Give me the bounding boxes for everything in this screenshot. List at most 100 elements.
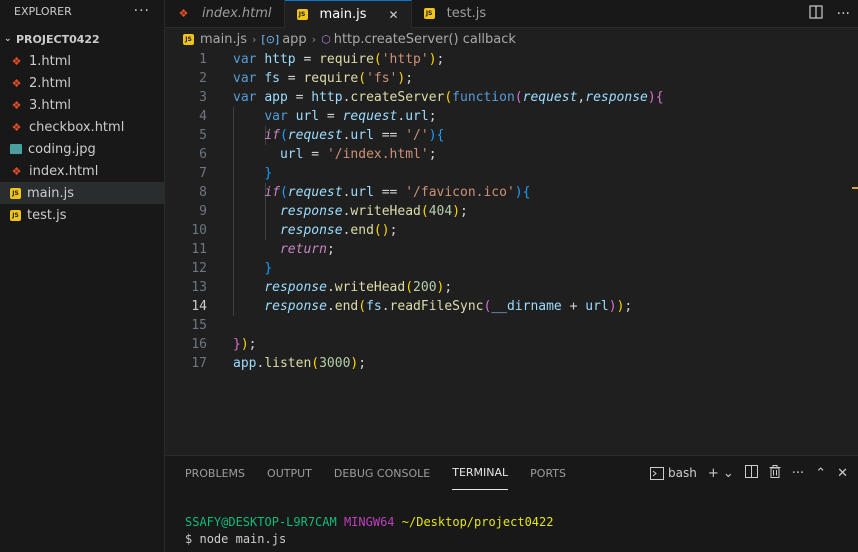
code-text: var fs = require('fs'); (233, 71, 414, 86)
code-text: var url = request.url; (264, 109, 437, 124)
code-text: var http = require('http'); (233, 52, 445, 67)
tab-ports[interactable]: PORTS (530, 456, 566, 490)
line-number: 2 (199, 71, 207, 86)
file-name: coding.jpg (28, 141, 96, 157)
tab-test-js[interactable]: JS test.js (412, 0, 498, 27)
line-number: 5 (199, 128, 207, 143)
trash-icon[interactable] (769, 464, 781, 482)
tab-label: index.html (202, 6, 272, 21)
line-number: 8 (199, 185, 207, 200)
file-item-selected[interactable]: JS main.js (0, 182, 164, 204)
code-line: 2 var fs = require('fs'); (165, 69, 858, 88)
variable-icon: [⊙] (261, 32, 280, 46)
more-actions-icon[interactable]: ··· (837, 6, 850, 22)
line-number: 3 (199, 90, 207, 105)
editor-actions: ··· (809, 0, 850, 27)
terminal-path: ~/Desktop/project0422 (401, 515, 554, 529)
tab-output[interactable]: OUTPUT (267, 456, 312, 490)
code-line: 10 response.end(); (165, 221, 858, 240)
terminal-command: node main.js (199, 532, 287, 546)
file-name: 1.html (29, 53, 72, 69)
code-line-current: 14 response.end(fs.readFileSync(__dirnam… (165, 297, 858, 316)
close-icon[interactable]: ✕ (837, 466, 848, 481)
split-editor-icon[interactable] (809, 4, 823, 23)
code-line: 6 url = '/index.html'; (165, 145, 858, 164)
code-text: if(request.url == '/'){ (264, 128, 445, 143)
tab-problems[interactable]: PROBLEMS (185, 456, 245, 490)
tab-index-html[interactable]: ❖ index.html (165, 0, 285, 27)
line-number: 12 (191, 261, 207, 276)
code-text: return; (279, 242, 335, 257)
explorer-title: EXPLORER (14, 4, 72, 18)
file-name: test.js (27, 207, 67, 223)
html-file-icon: ❖ (11, 54, 22, 68)
code-text: response.writeHead(200); (264, 280, 453, 295)
line-number: 6 (199, 147, 207, 162)
file-item[interactable]: ❖ checkbox.html (0, 116, 164, 138)
explorer-header: EXPLORER ··· (0, 0, 164, 22)
editor-area: ❖ index.html JS main.js ✕ JS test.js ···… (165, 0, 858, 455)
maximize-panel-icon[interactable]: ⌃ (815, 466, 826, 481)
overview-ruler-mark (852, 187, 858, 189)
function-icon: ⬡ (321, 32, 331, 46)
breadcrumb-symbol[interactable]: app (282, 32, 306, 47)
tab-label: test.js (446, 6, 487, 21)
more-actions-icon[interactable]: ··· (792, 466, 804, 481)
file-name: main.js (27, 185, 74, 201)
line-number: 13 (191, 280, 207, 295)
file-item[interactable]: ❖ 3.html (0, 94, 164, 116)
code-line: 13 response.writeHead(200); (165, 278, 858, 297)
code-text: var app = http.createServer(function(req… (233, 90, 664, 105)
html-file-icon: ❖ (11, 164, 22, 178)
html-file-icon: ❖ (11, 98, 22, 112)
panel-tabs: PROBLEMS OUTPUT DEBUG CONSOLE TERMINAL P… (165, 456, 858, 490)
code-line: 12 } (165, 259, 858, 278)
project-name: PROJECT0422 (16, 32, 100, 46)
line-number: 10 (191, 223, 207, 238)
tab-debug-console[interactable]: DEBUG CONSOLE (334, 456, 430, 490)
code-text: app.listen(3000); (233, 356, 367, 371)
html-file-icon: ❖ (11, 120, 22, 134)
line-number: 4 (199, 109, 207, 124)
js-file-icon: JS (10, 209, 21, 221)
terminal-output[interactable]: SSAFY@DESKTOP-L9R7CAM MINGW64 ~/Desktop/… (165, 514, 858, 548)
line-number: 15 (191, 318, 207, 333)
breadcrumb: JS main.js › [⊙] app › ⬡ http.createServ… (165, 28, 858, 50)
terminal-prompt-line: SSAFY@DESKTOP-L9R7CAM MINGW64 ~/Desktop/… (185, 514, 858, 531)
file-item[interactable]: ❖ index.html (0, 160, 164, 182)
file-item[interactable]: coding.jpg (0, 138, 164, 160)
terminal-system: MINGW64 (343, 515, 395, 529)
code-text: }); (233, 337, 257, 352)
code-editor[interactable]: 1 var http = require('http'); 2 var fs = r… (165, 50, 858, 373)
file-item[interactable]: ❖ 2.html (0, 72, 164, 94)
add-terminal-icon[interactable]: + ⌄ (708, 466, 734, 481)
terminal-shell-button[interactable]: bash (650, 466, 697, 480)
code-line: 7 } (165, 164, 858, 183)
chevron-down-icon[interactable]: ⌄ (4, 34, 16, 44)
line-number: 7 (199, 166, 207, 181)
code-line: 8 if(request.url == '/favicon.ico'){ (165, 183, 858, 202)
breadcrumb-file[interactable]: main.js (200, 32, 247, 47)
code-text: } (264, 261, 273, 276)
js-file-icon: JS (183, 33, 194, 45)
image-file-icon (10, 144, 22, 154)
code-line: 5 if(request.url == '/'){ (165, 126, 858, 145)
file-item[interactable]: ❖ 1.html (0, 50, 164, 72)
tab-terminal[interactable]: TERMINAL (452, 456, 509, 490)
close-icon[interactable]: ✕ (389, 8, 399, 22)
line-number: 14 (191, 299, 207, 314)
file-list: ❖ 1.html ❖ 2.html ❖ 3.html ❖ checkbox.html c… (0, 50, 164, 226)
terminal-prompt: $ (185, 532, 193, 546)
breadcrumb-symbol[interactable]: http.createServer() callback (334, 32, 516, 47)
code-text: } (264, 166, 273, 181)
line-number: 9 (199, 204, 207, 219)
split-terminal-icon[interactable] (744, 464, 758, 482)
more-actions-icon[interactable]: ··· (134, 3, 150, 19)
file-item[interactable]: JS test.js (0, 204, 164, 226)
project-folder[interactable]: ⌄ PROJECT0422 (0, 28, 164, 50)
tab-main-js[interactable]: JS main.js ✕ (284, 0, 412, 28)
html-file-icon: ❖ (11, 76, 22, 90)
html-file-icon: ❖ (178, 7, 189, 20)
js-file-icon: JS (10, 187, 21, 199)
code-line: 4 var url = request.url; (165, 107, 858, 126)
